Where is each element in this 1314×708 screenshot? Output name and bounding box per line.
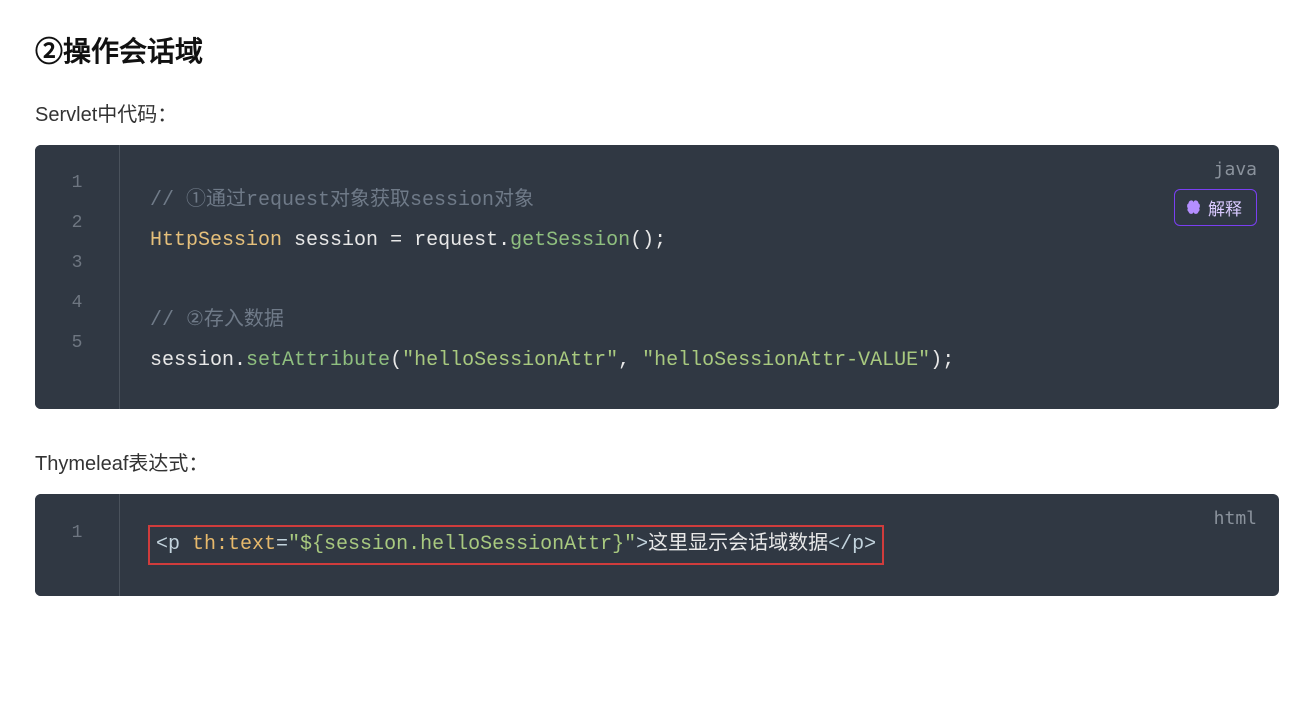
code-block-html: html 1 <p th:text="${session.helloSessio… bbox=[35, 494, 1279, 596]
section-heading: ②操作会话域 bbox=[35, 30, 1279, 70]
line-number-gutter: 1 2 3 4 5 bbox=[35, 145, 120, 409]
explain-button[interactable]: 解释 bbox=[1174, 189, 1257, 226]
code-content[interactable]: // ①通过request对象获取session对象 HttpSession s… bbox=[120, 145, 1279, 409]
line-number: 1 bbox=[35, 506, 119, 560]
brain-icon bbox=[1185, 199, 1202, 216]
highlight-box: <p th:text="${session.helloSessionAttr}"… bbox=[148, 525, 884, 565]
line-number-gutter: 1 bbox=[35, 494, 120, 596]
line-number: 2 bbox=[35, 203, 119, 243]
subheading-servlet: Servlet中代码： bbox=[35, 98, 1279, 127]
language-label: java bbox=[1214, 159, 1257, 180]
line-number: 5 bbox=[35, 323, 119, 363]
line-number: 3 bbox=[35, 243, 119, 283]
line-number: 1 bbox=[35, 163, 119, 203]
code-content[interactable]: <p th:text="${session.helloSessionAttr}"… bbox=[120, 494, 1279, 596]
language-label: html bbox=[1214, 508, 1257, 529]
explain-button-label: 解释 bbox=[1208, 195, 1242, 220]
subheading-thymeleaf: Thymeleaf表达式： bbox=[35, 447, 1279, 476]
line-number: 4 bbox=[35, 283, 119, 323]
code-block-java: java 解释 1 2 3 4 5 // ①通过request对象获取sessi… bbox=[35, 145, 1279, 409]
